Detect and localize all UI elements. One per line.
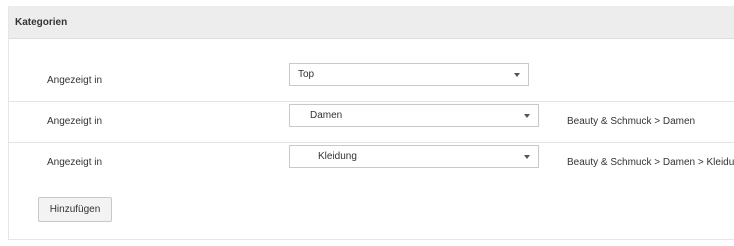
select-value: Top xyxy=(298,69,315,80)
add-category-button[interactable]: Hinzufügen xyxy=(38,197,112,222)
row-label: Angezeigt in xyxy=(47,75,103,86)
select-value: Damen xyxy=(310,110,343,121)
category-row-top: Angezeigt in Top xyxy=(9,61,734,102)
category-row-kleidung: Angezeigt in Kleidung Beauty & Schmuck >… xyxy=(9,143,734,183)
panel-title: Kategorien xyxy=(15,16,68,28)
row-label: Angezeigt in xyxy=(47,116,103,127)
category-path: Beauty & Schmuck > Damen > Kleidung xyxy=(567,157,734,168)
row-label: Angezeigt in xyxy=(47,157,103,168)
category-select-top[interactable]: Top xyxy=(289,63,529,86)
category-select-kleidung[interactable]: Kleidung xyxy=(289,145,539,168)
category-rows: Angezeigt in Top Angezeigt in Damen Beau… xyxy=(9,61,734,183)
select-value: Kleidung xyxy=(318,151,357,162)
category-select-damen[interactable]: Damen xyxy=(289,104,539,127)
categories-panel: Kategorien Angezeigt in Top Angezeigt in… xyxy=(8,6,734,240)
category-path: Beauty & Schmuck > Damen xyxy=(567,116,696,127)
panel-header: Kategorien xyxy=(9,6,734,39)
chevron-down-icon xyxy=(524,155,530,159)
category-row-damen: Angezeigt in Damen Beauty & Schmuck > Da… xyxy=(9,102,734,143)
chevron-down-icon xyxy=(514,73,520,77)
chevron-down-icon xyxy=(524,114,530,118)
